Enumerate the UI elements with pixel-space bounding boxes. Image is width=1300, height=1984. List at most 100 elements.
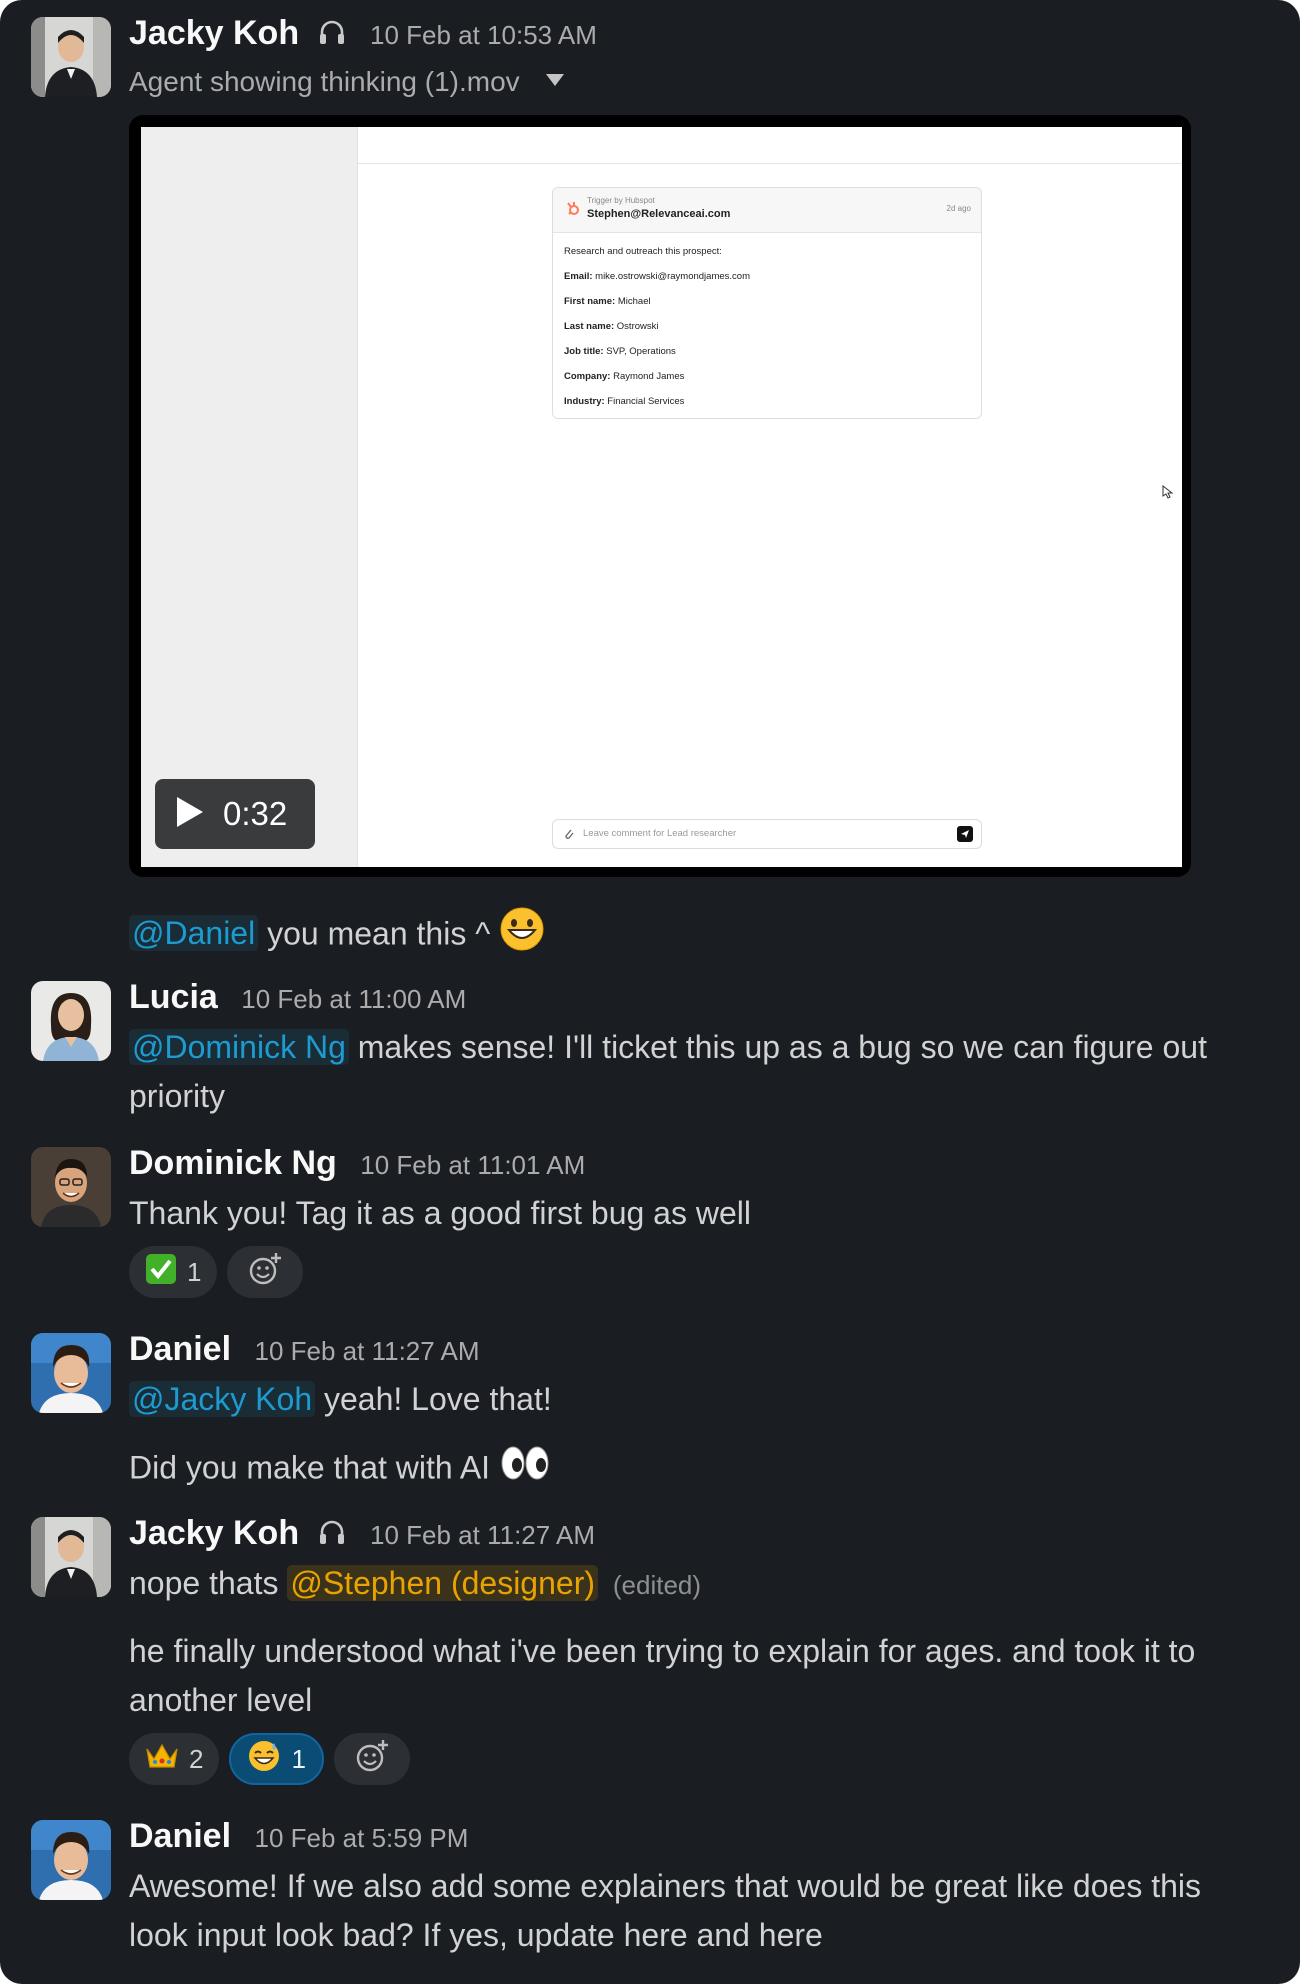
author-name[interactable]: Jacky Koh — [129, 14, 299, 52]
add-reaction-button[interactable] — [227, 1246, 304, 1298]
field-label: Last name: — [564, 321, 615, 332]
headphones-icon — [317, 18, 347, 57]
play-icon — [175, 795, 205, 834]
card-field: First name: Michael — [564, 296, 651, 307]
field-value: SVP, Operations — [606, 346, 676, 357]
reaction-check[interactable]: 1 — [129, 1246, 218, 1298]
avatar-lucia[interactable] — [31, 981, 111, 1061]
message-body: you mean this ^ — [267, 915, 491, 952]
message-body-line2: priority — [129, 1078, 226, 1114]
message-text: @Jacky Koh yeah! Love that! — [129, 1375, 1259, 1424]
reactions: 1 — [129, 1246, 304, 1298]
timestamp[interactable]: 10 Feb at 11:27 AM — [255, 1336, 480, 1366]
add-reaction-button[interactable] — [333, 1733, 410, 1785]
grinning-face-emoji-icon — [499, 906, 545, 966]
message-text: @Daniel you mean this ^ — [129, 906, 1259, 966]
reaction-crown[interactable]: 2 — [129, 1733, 220, 1785]
card-ago: 2d ago — [946, 204, 971, 213]
avatar-daniel[interactable] — [31, 1333, 111, 1413]
video-top-bar — [358, 127, 1182, 164]
field-value: Financial Services — [607, 396, 685, 407]
message-text-2: Did you make that with AI — [129, 1443, 1259, 1497]
file-name-label: Agent showing thinking (1).mov — [129, 66, 520, 97]
card-sender: Stephen@Relevanceai.com — [587, 208, 731, 220]
reaction-count: 1 — [187, 1256, 202, 1287]
card-field: Last name: Ostrowski — [564, 321, 659, 332]
field-label: Company: — [564, 371, 611, 382]
message-body: Awesome! If we also add some explainers … — [129, 1868, 1201, 1904]
video-player[interactable]: Trigger by Hubspot Stephen@Relevanceai.c… — [129, 115, 1191, 877]
reaction-sweat-smile[interactable]: 1 — [229, 1733, 324, 1785]
message-text-2: he finally understood what i've been try… — [129, 1627, 1259, 1725]
timestamp[interactable]: 10 Feb at 11:00 AM — [241, 984, 466, 1014]
video-frame: Trigger by Hubspot Stephen@Relevanceai.c… — [141, 127, 1182, 867]
card-field: Email: mike.ostrowski@raymondjames.com — [564, 271, 750, 282]
field-label: Job title: — [564, 346, 604, 357]
message-body-line2: look input look bad? If yes, update here… — [129, 1917, 823, 1953]
add-emoji-icon — [354, 1738, 390, 1781]
video-duration: 0:32 — [223, 795, 288, 832]
reactions: 2 1 — [129, 1733, 410, 1785]
avatar-jacky-koh[interactable] — [31, 1517, 111, 1597]
avatar-daniel[interactable] — [31, 1820, 111, 1900]
comment-input: Leave comment for Lead researcher — [552, 819, 982, 849]
field-label: Industry: — [564, 396, 605, 407]
avatar-jacky-koh[interactable] — [31, 17, 111, 97]
timestamp[interactable]: 10 Feb at 5:59 PM — [255, 1823, 469, 1853]
card-trigger: Trigger by Hubspot — [587, 196, 655, 205]
message-body: nope thats — [129, 1565, 279, 1601]
field-value: mike.ostrowski@raymondjames.com — [595, 271, 750, 282]
edited-label: (edited) — [612, 1570, 702, 1600]
message-body: he finally understood what i've been try… — [129, 1633, 1196, 1669]
field-value: Michael — [617, 296, 651, 307]
video-app-panel: Trigger by Hubspot Stephen@Relevanceai.c… — [357, 127, 1182, 867]
slack-thread: Jacky Koh 10 Feb at 10:53 AM Agent showi… — [0, 0, 1300, 1984]
author-name[interactable]: Jacky Koh — [129, 1514, 299, 1552]
message-text: Thank you! Tag it as a good first bug as… — [129, 1189, 1259, 1238]
mention[interactable]: @Dominick Ng — [129, 1029, 349, 1065]
hubspot-icon — [565, 200, 581, 221]
field-value: Ostrowski — [616, 321, 659, 332]
sweat-smile-icon — [247, 1739, 281, 1780]
field-label: Email: — [564, 271, 593, 282]
message-body: yeah! Love that! — [324, 1381, 552, 1417]
mention[interactable]: @Daniel — [129, 915, 259, 952]
message-text: nope thats @Stephen (designer) (edited) — [129, 1559, 1259, 1610]
field-label: First name: — [564, 296, 616, 307]
card-field: Company: Raymond James — [564, 371, 684, 382]
message-body: Did you make that with AI — [129, 1449, 491, 1486]
card-field: Job title: SVP, Operations — [564, 346, 676, 357]
reaction-count: 1 — [291, 1743, 306, 1774]
message-body: makes sense! I'll ticket this up as a bu… — [357, 1029, 1207, 1065]
avatar-dominick-ng[interactable] — [31, 1147, 111, 1227]
message-body-line2: another level — [129, 1682, 313, 1718]
trigger-card: Trigger by Hubspot Stephen@Relevanceai.c… — [552, 187, 982, 419]
caret-down-icon[interactable] — [545, 62, 565, 94]
timestamp[interactable]: 10 Feb at 11:27 AM — [370, 1520, 595, 1550]
message-text: Awesome! If we also add some explainers … — [129, 1862, 1259, 1960]
white-check-mark-icon — [145, 1253, 177, 1292]
field-value: Raymond James — [613, 371, 685, 382]
add-emoji-icon — [247, 1251, 283, 1294]
mention-group[interactable]: @Stephen (designer) — [287, 1565, 598, 1601]
file-name[interactable]: Agent showing thinking (1).mov — [129, 62, 565, 98]
author-name[interactable]: Lucia — [129, 978, 218, 1016]
mention[interactable]: @Jacky Koh — [129, 1381, 316, 1417]
eyes-emoji-icon — [499, 1443, 551, 1497]
timestamp[interactable]: 10 Feb at 11:01 AM — [360, 1150, 585, 1180]
comment-placeholder: Leave comment for Lead researcher — [583, 828, 737, 839]
play-button[interactable]: 0:32 — [155, 779, 315, 849]
author-name[interactable]: Daniel — [129, 1817, 231, 1855]
message-body: Thank you! Tag it as a good first bug as… — [129, 1195, 751, 1231]
author-name[interactable]: Dominick Ng — [129, 1144, 337, 1182]
timestamp[interactable]: 10 Feb at 10:53 AM — [370, 20, 597, 50]
card-intro: Research and outreach this prospect: — [564, 246, 722, 257]
crown-icon — [145, 1741, 179, 1778]
author-name[interactable]: Daniel — [129, 1330, 231, 1368]
card-field: Industry: Financial Services — [564, 396, 684, 407]
send-icon — [957, 826, 973, 842]
paperclip-icon — [563, 827, 575, 846]
reaction-count: 2 — [189, 1743, 204, 1774]
pointer-cursor-icon — [1160, 484, 1174, 505]
headphones-icon — [317, 1518, 347, 1557]
